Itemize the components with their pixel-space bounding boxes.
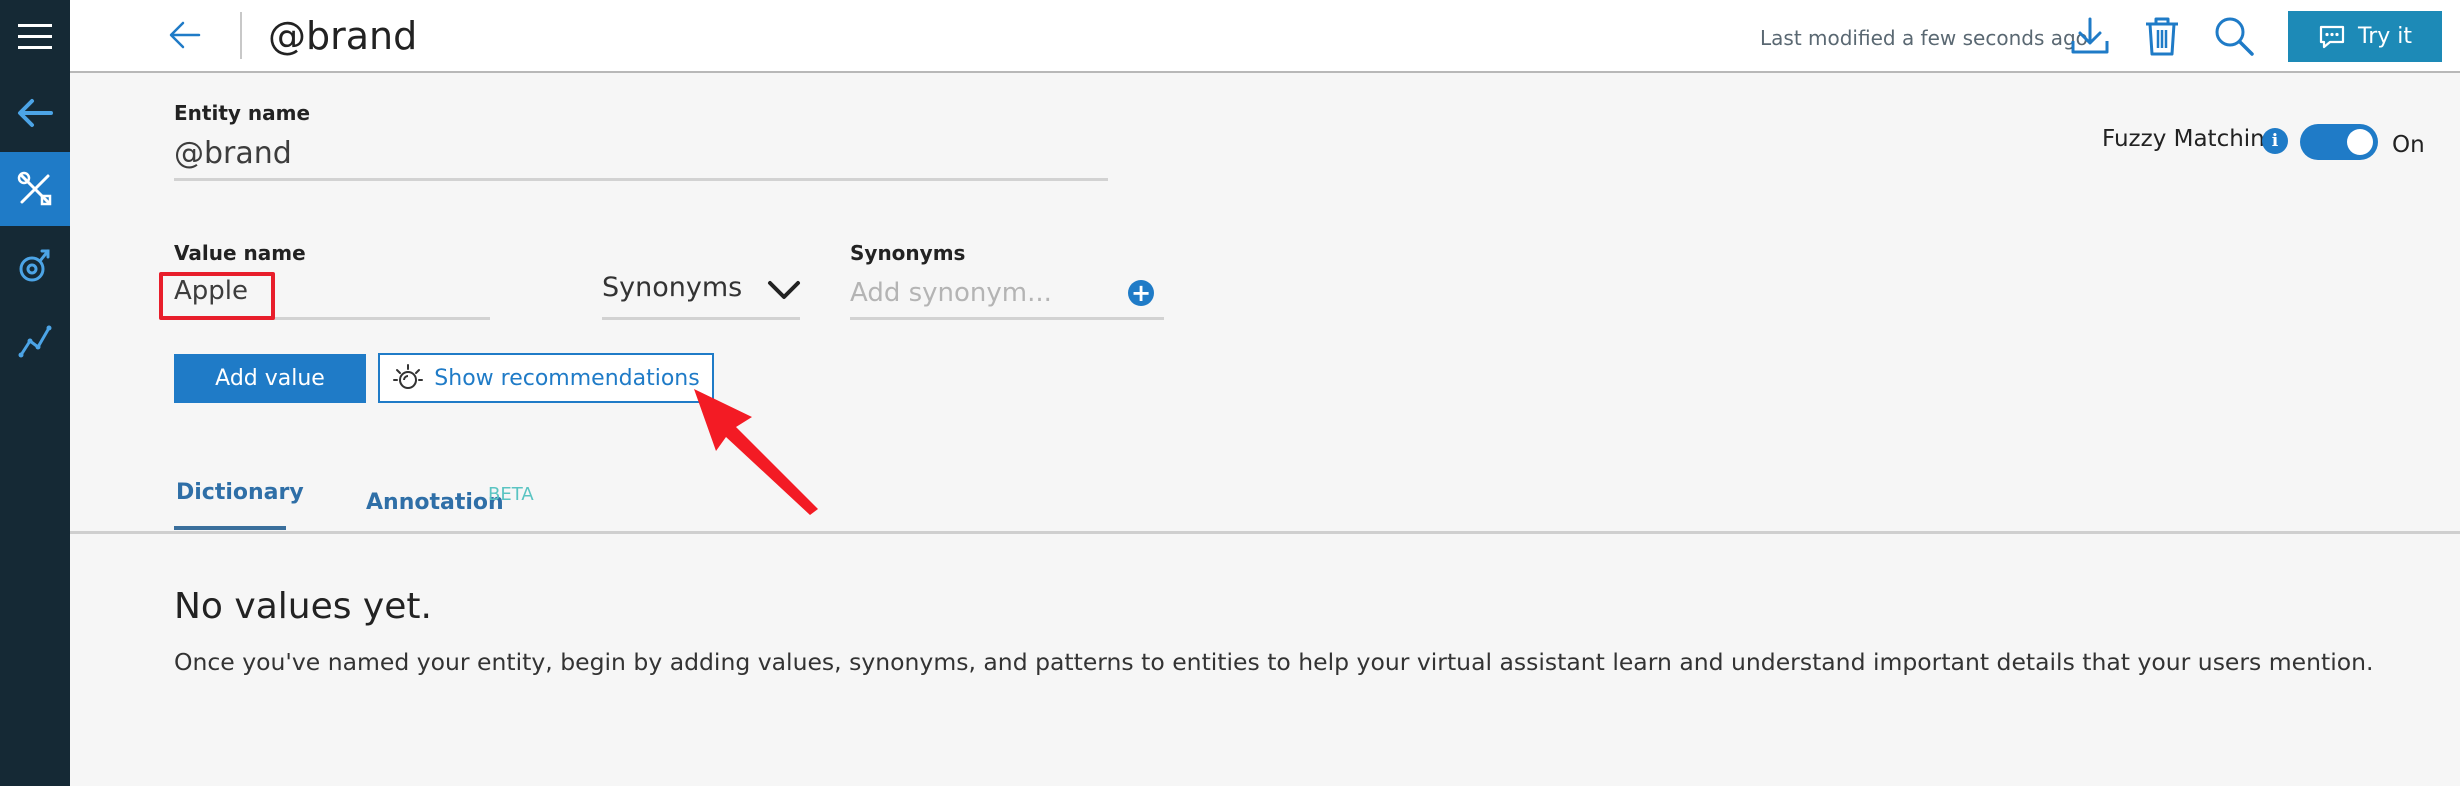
nav-back-button[interactable] xyxy=(0,76,70,150)
synonym-input[interactable]: Add synonym... xyxy=(850,278,1052,308)
menu-button[interactable] xyxy=(0,0,70,74)
lightbulb-icon xyxy=(393,364,424,389)
tab-dictionary[interactable]: Dictionary xyxy=(176,480,304,505)
entity-name-underline xyxy=(174,178,1108,181)
header-divider xyxy=(240,12,242,59)
beta-badge: BETA xyxy=(488,484,534,505)
add-synonym-button[interactable]: + xyxy=(1128,280,1154,306)
analytics-icon xyxy=(18,325,52,358)
back-arrow-icon xyxy=(18,99,53,127)
tools-icon xyxy=(17,171,52,206)
synonym-underline xyxy=(850,317,1164,320)
value-type-select[interactable]: Synonyms xyxy=(602,272,742,303)
fuzzy-matching-label: Fuzzy Matching xyxy=(2102,126,2280,152)
nav-build-button[interactable] xyxy=(0,152,70,226)
chat-icon xyxy=(2319,25,2345,48)
active-tab-indicator xyxy=(174,526,286,530)
last-modified-text: Last modified a few seconds ago xyxy=(1760,26,2088,50)
show-recommendations-button[interactable]: Show recommendations xyxy=(378,353,714,403)
chevron-down-icon[interactable] xyxy=(766,276,802,304)
trash-icon[interactable] xyxy=(2140,14,2184,58)
download-icon[interactable] xyxy=(2068,14,2112,58)
fuzzy-matching-state: On xyxy=(2392,132,2425,158)
try-it-button[interactable]: Try it xyxy=(2288,11,2442,62)
back-arrow-icon[interactable] xyxy=(168,18,202,52)
tabs-divider xyxy=(70,531,2460,534)
show-recommendations-label: Show recommendations xyxy=(434,365,700,391)
entity-name-label: Entity name xyxy=(174,101,311,125)
empty-state-title: No values yet. xyxy=(174,586,432,627)
try-it-label: Try it xyxy=(2357,24,2412,49)
info-icon[interactable]: i xyxy=(2262,128,2288,154)
nav-improve-button[interactable] xyxy=(0,228,70,302)
plus-icon: + xyxy=(1130,279,1152,307)
page-header: @brand Last modified a few seconds ago T… xyxy=(70,0,2460,73)
toggle-knob xyxy=(2347,129,2373,155)
page-title: @brand xyxy=(268,14,418,58)
entity-name-input[interactable]: @brand xyxy=(174,136,292,171)
highlight-annotation-box xyxy=(159,272,275,320)
intent-icon xyxy=(19,249,50,282)
left-nav xyxy=(0,0,70,786)
value-type-underline xyxy=(602,317,800,320)
value-name-label: Value name xyxy=(174,241,306,265)
synonyms-label: Synonyms xyxy=(850,241,966,265)
fuzzy-matching-toggle[interactable] xyxy=(2300,124,2378,160)
empty-state-description: Once you've named your entity, begin by … xyxy=(174,648,2374,676)
nav-analytics-button[interactable] xyxy=(0,304,70,378)
search-icon[interactable] xyxy=(2212,14,2256,58)
add-value-button[interactable]: Add value xyxy=(174,354,366,403)
annotation-arrow xyxy=(694,389,818,515)
menu-icon xyxy=(18,24,52,49)
tab-annotation[interactable]: Annotation xyxy=(366,490,504,515)
